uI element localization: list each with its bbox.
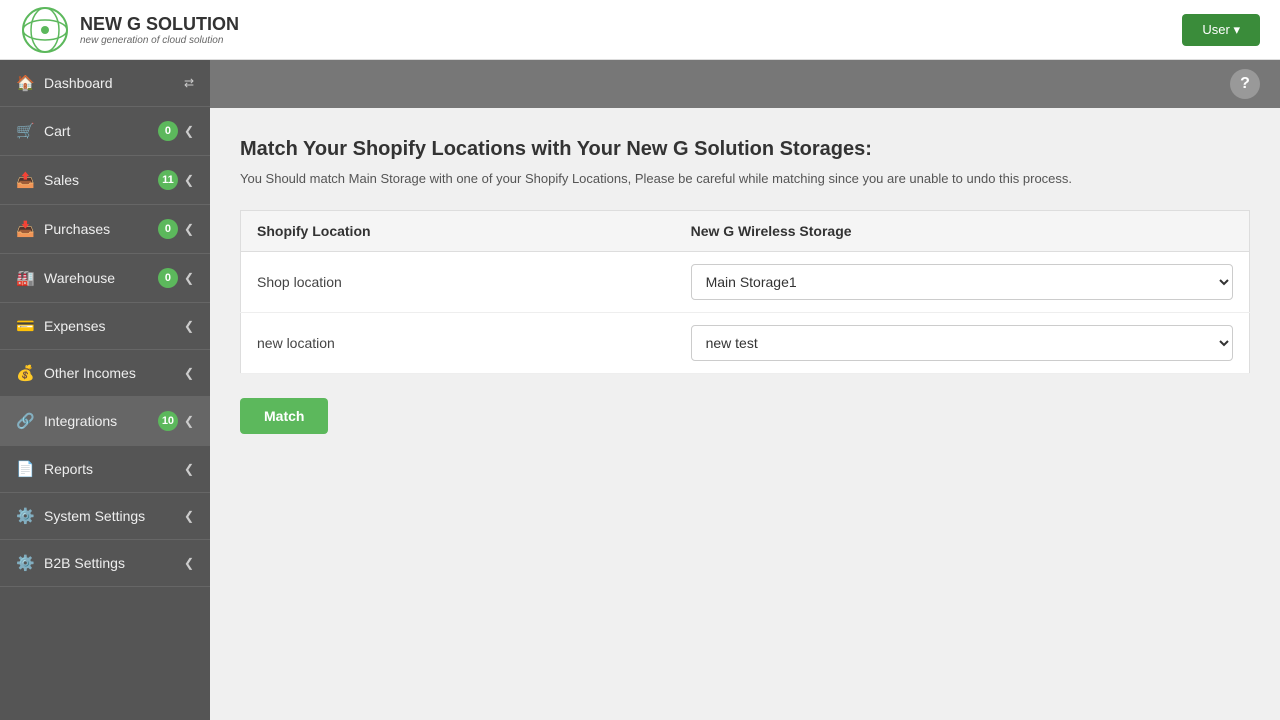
cart-icon: 🛒 — [16, 122, 34, 140]
logo-subtitle: new generation of cloud solution — [80, 35, 239, 46]
expenses-icon: 💳 — [16, 317, 34, 335]
sidebar-item-reports[interactable]: 📄 Reports ❮ — [0, 446, 210, 493]
sales-icon: 📤 — [16, 171, 34, 189]
sidebar-label-system-settings: System Settings — [44, 508, 145, 524]
sidebar-arrow-integrations: ❮ — [184, 414, 194, 428]
sidebar-item-warehouse[interactable]: 🏭 Warehouse 0 ❮ — [0, 254, 210, 303]
sidebar-arrow-expenses: ❮ — [184, 319, 194, 333]
dashboard-icon: 🏠 — [16, 74, 34, 92]
sidebar-label-purchases: Purchases — [44, 221, 110, 237]
help-button[interactable]: ? — [1230, 69, 1260, 99]
sidebar-arrow-purchases: ❮ — [184, 222, 194, 236]
sidebar-item-left-expenses: 💳 Expenses — [16, 317, 105, 335]
col-storage: New G Wireless Storage — [675, 211, 1250, 252]
logo-icon — [20, 5, 70, 55]
sidebar-label-cart: Cart — [44, 123, 70, 139]
other-incomes-icon: 💰 — [16, 364, 34, 382]
sidebar-arrow-sales: ❮ — [184, 173, 194, 187]
integrations-icon: 🔗 — [16, 412, 34, 430]
sidebar-item-expenses[interactable]: 💳 Expenses ❮ — [0, 303, 210, 350]
sidebar-item-left-system-settings: ⚙️ System Settings — [16, 507, 145, 525]
sidebar-item-left-reports: 📄 Reports — [16, 460, 93, 478]
sidebar-label-other-incomes: Other Incomes — [44, 365, 136, 381]
content-topbar: ? — [210, 60, 1280, 108]
sidebar-item-integrations[interactable]: 🔗 Integrations 10 ❮ — [0, 397, 210, 446]
reports-icon: 📄 — [16, 460, 34, 478]
app-header: NEW G SOLUTION new generation of cloud s… — [0, 0, 1280, 60]
sidebar-item-other-incomes[interactable]: 💰 Other Incomes ❮ — [0, 350, 210, 397]
sidebar-item-left-integrations: 🔗 Integrations — [16, 412, 117, 430]
sidebar-badge-cart: 0 — [158, 121, 178, 141]
sidebar-item-b2b-settings[interactable]: ⚙️ B2B Settings ❮ — [0, 540, 210, 587]
storage-select-cell-0: Main Storage1new test — [675, 252, 1250, 313]
sidebar: 🏠Dashboard⇄🛒Cart0❮📤Sales11❮📥Purchases0❮🏭… — [0, 60, 210, 720]
sidebar-item-dashboard[interactable]: 🏠 Dashboard ⇄ — [0, 60, 210, 107]
warehouse-icon: 🏭 — [16, 269, 34, 287]
sidebar-label-dashboard: Dashboard — [44, 75, 113, 91]
sidebar-arrow-system-settings: ❮ — [184, 509, 194, 523]
sidebar-item-left-warehouse: 🏭 Warehouse — [16, 269, 115, 287]
sidebar-arrow-cart: ❮ — [184, 124, 194, 138]
content-body: Match Your Shopify Locations with Your N… — [210, 108, 1280, 720]
sidebar-badge-sales: 11 — [158, 170, 178, 190]
sidebar-item-left-dashboard: 🏠 Dashboard — [16, 74, 113, 92]
content-area: ? Match Your Shopify Locations with Your… — [210, 60, 1280, 720]
page-subtitle: You Should match Main Storage with one o… — [240, 171, 1250, 186]
sidebar-item-cart[interactable]: 🛒 Cart 0 ❮ — [0, 107, 210, 156]
col-shopify-location: Shopify Location — [241, 211, 675, 252]
sidebar-item-sales[interactable]: 📤 Sales 11 ❮ — [0, 156, 210, 205]
system-settings-icon: ⚙️ — [16, 507, 34, 525]
b2b-settings-icon: ⚙️ — [16, 554, 34, 572]
sidebar-item-left-cart: 🛒 Cart — [16, 122, 70, 140]
table-row: new location Main Storage1new test — [241, 313, 1250, 374]
match-table: Shopify Location New G Wireless Storage … — [240, 210, 1250, 374]
storage-select-0[interactable]: Main Storage1new test — [691, 264, 1233, 300]
storage-select-cell-1: Main Storage1new test — [675, 313, 1250, 374]
sidebar-item-left-purchases: 📥 Purchases — [16, 220, 110, 238]
sidebar-arrow-dashboard: ⇄ — [184, 76, 194, 90]
sidebar-label-integrations: Integrations — [44, 413, 117, 429]
sidebar-arrow-warehouse: ❮ — [184, 271, 194, 285]
shopify-location-cell-0: Shop location — [241, 252, 675, 313]
purchases-icon: 📥 — [16, 220, 34, 238]
sidebar-badge-purchases: 0 — [158, 219, 178, 239]
shopify-location-cell-1: new location — [241, 313, 675, 374]
sidebar-arrow-reports: ❮ — [184, 462, 194, 476]
user-button[interactable]: User ▾ — [1182, 14, 1260, 46]
sidebar-arrow-b2b-settings: ❮ — [184, 556, 194, 570]
sidebar-item-system-settings[interactable]: ⚙️ System Settings ❮ — [0, 493, 210, 540]
sidebar-label-warehouse: Warehouse — [44, 270, 115, 286]
page-title: Match Your Shopify Locations with Your N… — [240, 138, 1250, 161]
sidebar-arrow-other-incomes: ❮ — [184, 366, 194, 380]
sidebar-badge-warehouse: 0 — [158, 268, 178, 288]
sidebar-item-left-b2b-settings: ⚙️ B2B Settings — [16, 554, 125, 572]
sidebar-label-reports: Reports — [44, 461, 93, 477]
match-button[interactable]: Match — [240, 398, 328, 434]
table-row: Shop location Main Storage1new test — [241, 252, 1250, 313]
sidebar-badge-integrations: 10 — [158, 411, 178, 431]
logo-title: NEW G SOLUTION — [80, 14, 239, 35]
storage-select-1[interactable]: Main Storage1new test — [691, 325, 1233, 361]
sidebar-item-left-other-incomes: 💰 Other Incomes — [16, 364, 136, 382]
sidebar-label-expenses: Expenses — [44, 318, 105, 334]
sidebar-item-purchases[interactable]: 📥 Purchases 0 ❮ — [0, 205, 210, 254]
logo-text: NEW G SOLUTION new generation of cloud s… — [80, 14, 239, 46]
sidebar-item-left-sales: 📤 Sales — [16, 171, 79, 189]
sidebar-label-sales: Sales — [44, 172, 79, 188]
main-layout: 🏠Dashboard⇄🛒Cart0❮📤Sales11❮📥Purchases0❮🏭… — [0, 60, 1280, 720]
sidebar-label-b2b-settings: B2B Settings — [44, 555, 125, 571]
logo-area: NEW G SOLUTION new generation of cloud s… — [20, 5, 239, 55]
